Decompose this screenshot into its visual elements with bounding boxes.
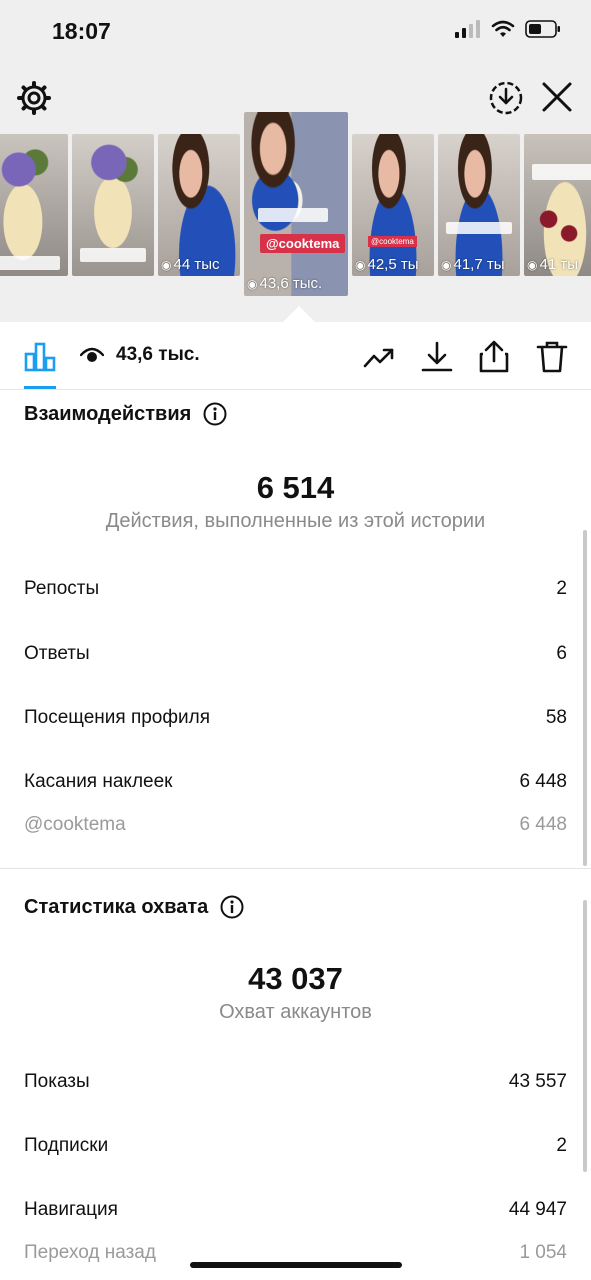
metric-row-navigation: Навигация 44 947 — [24, 1199, 567, 1221]
thumbnail-views: ◉ 44 тыс — [161, 256, 220, 273]
thumbnail-views: ◉ 43,6 тыс. — [247, 275, 322, 292]
story-thumbnail[interactable] — [0, 134, 68, 276]
metric-label: Навигация — [24, 1199, 118, 1220]
eye-icon — [80, 347, 104, 362]
metric-value: 6 448 — [519, 814, 567, 835]
mention-sticker: @cooktema — [368, 236, 417, 247]
save-story-icon[interactable] — [488, 80, 524, 116]
metric-subrow-mention: @cooktema 6 448 — [24, 814, 567, 836]
metric-label: Подписки — [24, 1135, 109, 1156]
eye-icon: ◉ — [527, 258, 538, 272]
metric-row-follows: Подписки 2 — [24, 1135, 567, 1157]
story-caption — [258, 208, 328, 222]
bar-chart-icon[interactable] — [24, 340, 56, 372]
viewers-count[interactable]: 43,6 тыс. — [80, 344, 200, 366]
metric-label: Показы — [24, 1071, 90, 1092]
metric-row-sticker-taps: Касания наклеек 6 448 — [24, 771, 567, 793]
metric-label: Касания наклеек — [24, 771, 173, 792]
thumbnail-image — [352, 134, 434, 276]
story-thumbnail-strip: ◉ 44 тыс @cooktema ◉ 43,6 тыс. @cooktema ◉… — [0, 112, 591, 302]
scrollbar[interactable] — [583, 900, 587, 1172]
metric-label: Ответы — [24, 643, 90, 664]
share-icon[interactable] — [477, 340, 511, 374]
eye-icon: ◉ — [161, 258, 172, 272]
views-count: 41 ты — [539, 256, 578, 273]
story-caption — [532, 164, 591, 180]
scrollbar[interactable] — [583, 530, 587, 866]
section-title-text: Статистика охвата — [24, 895, 209, 918]
metric-label: Репосты — [24, 578, 100, 599]
wifi-icon — [491, 20, 515, 37]
story-thumbnail[interactable]: ◉ 41,7 ты — [438, 134, 520, 276]
home-indicator[interactable] — [190, 1262, 402, 1268]
viewers-value: 43,6 тыс. — [116, 344, 200, 365]
status-bar: 18:07 — [0, 0, 591, 64]
metric-value: 1 054 — [519, 1242, 567, 1263]
interactions-section-title: Взаимодействия — [24, 402, 227, 426]
metric-row-profile-visits: Посещения профиля 58 — [24, 707, 567, 729]
reach-caption: Охват аккаунтов — [219, 1001, 372, 1023]
story-thumbnail-selected[interactable]: @cooktema ◉ 43,6 тыс. — [244, 112, 348, 296]
metric-value: 6 448 — [519, 771, 567, 792]
views-count: 44 тыс — [173, 256, 220, 273]
battery-icon — [525, 20, 560, 38]
metric-label: Переход назад — [24, 1242, 156, 1263]
download-icon[interactable] — [420, 340, 454, 374]
metric-value: 44 947 — [508, 1199, 567, 1220]
metric-value: 6 — [556, 643, 567, 664]
story-caption — [446, 222, 512, 234]
reach-section-title: Статистика охвата — [24, 895, 244, 919]
thumbnail-image — [158, 134, 240, 276]
interactions-total: 6 514 — [256, 470, 335, 505]
eye-icon: ◉ — [247, 277, 258, 291]
story-thumbnail[interactable]: ◉ 44 тыс — [158, 134, 240, 276]
insights-tab-indicator — [24, 386, 56, 389]
mention-sticker: @cooktema — [260, 234, 346, 253]
interactions-caption: Действия, выполненные из этой истории — [105, 510, 486, 532]
eye-icon: ◉ — [355, 258, 366, 272]
views-count: 41,7 ты — [453, 256, 505, 273]
gear-icon[interactable] — [16, 80, 52, 116]
thumbnail-image — [244, 112, 348, 296]
signal-icon — [455, 20, 480, 38]
story-toolbar: 43,6 тыс. — [0, 322, 591, 390]
metric-subrow-back: Переход назад 1 054 — [24, 1242, 567, 1264]
thumbnail-views: ◉ 41 ты — [527, 256, 578, 273]
trending-icon[interactable] — [362, 340, 396, 374]
thumbnail-image — [0, 134, 68, 276]
views-count: 42,5 ты — [367, 256, 419, 273]
story-caption — [0, 256, 60, 270]
section-divider — [0, 868, 591, 869]
reach-total: 43 037 — [248, 961, 343, 996]
metric-value: 58 — [545, 707, 567, 728]
status-time: 18:07 — [52, 18, 111, 44]
trash-icon[interactable] — [535, 340, 569, 374]
metric-row-impressions: Показы 43 557 — [24, 1071, 567, 1093]
story-thumbnail[interactable]: ◉ 41 ты — [524, 134, 591, 276]
thumbnail-views: ◉ 42,5 ты — [355, 256, 419, 273]
metric-row-replies: Ответы 6 — [24, 643, 567, 665]
thumbnail-views: ◉ 41,7 ты — [441, 256, 505, 273]
metric-row-reposts: Репосты 2 — [24, 578, 567, 600]
story-header: 18:07 ◉ 44 тыс @cooktema ◉ 43,6 тыс. @co… — [0, 0, 591, 322]
story-thumbnail[interactable] — [72, 134, 154, 276]
info-icon[interactable] — [220, 895, 244, 919]
metric-value: 2 — [556, 578, 567, 599]
story-caption — [80, 248, 146, 262]
thumbnail-image — [438, 134, 520, 276]
metric-label: Посещения профиля — [24, 707, 210, 728]
metric-value: 2 — [556, 1135, 567, 1156]
info-icon[interactable] — [203, 402, 227, 426]
metric-value: 43 557 — [508, 1071, 567, 1092]
views-count: 43,6 тыс. — [259, 275, 323, 292]
close-icon[interactable] — [540, 80, 574, 114]
story-thumbnail[interactable]: @cooktema ◉ 42,5 ты — [352, 134, 434, 276]
thumbnail-image — [524, 134, 591, 276]
status-icons — [455, 20, 561, 38]
metric-label: @cooktema — [24, 814, 126, 835]
eye-icon: ◉ — [441, 258, 452, 272]
section-title-text: Взаимодействия — [24, 402, 192, 425]
